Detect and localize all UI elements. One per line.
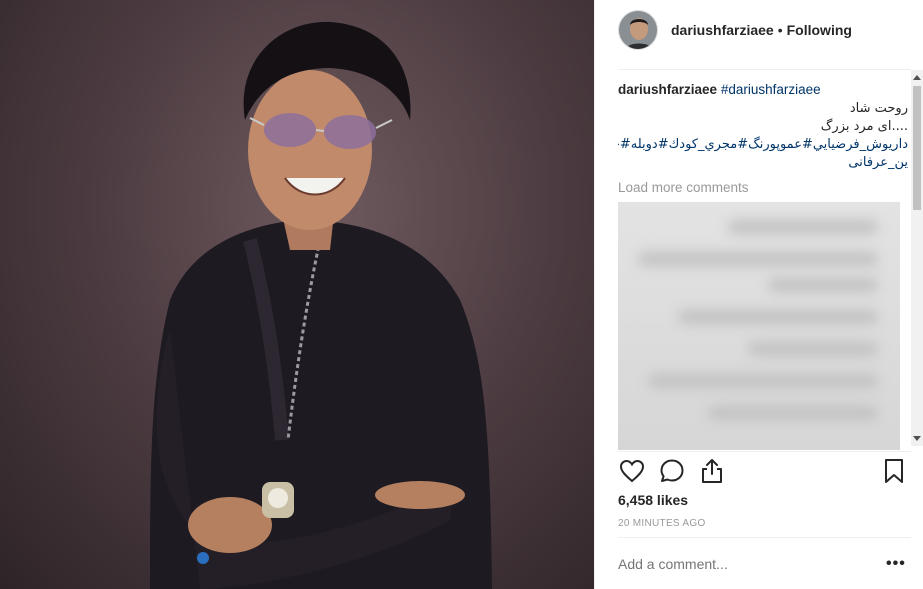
share-icon[interactable] bbox=[698, 457, 726, 485]
divider bbox=[618, 451, 911, 452]
comment-bubble-icon[interactable] bbox=[658, 457, 686, 485]
divider bbox=[618, 69, 911, 70]
caption-text-line: روحت شاد bbox=[849, 101, 908, 116]
caption-text-line: ....ای مرد بزرگ bbox=[820, 119, 908, 134]
heart-icon[interactable] bbox=[618, 457, 646, 485]
following-button[interactable]: Following bbox=[787, 22, 852, 38]
add-comment-input[interactable] bbox=[618, 556, 868, 572]
more-options-icon[interactable]: ••• bbox=[886, 556, 906, 572]
caption-hashtags[interactable]: داريوش_فرضيايي#عموپورنگ#مجري_كودك#دوبله#… bbox=[618, 136, 914, 154]
divider bbox=[618, 537, 911, 538]
bookmark-icon[interactable] bbox=[880, 457, 908, 485]
post-details-panel: dariushfarziaee • Following dariushfarziae… bbox=[594, 0, 923, 589]
caption: dariushfarziaee #dariushfarziaee bbox=[618, 80, 914, 100]
separator-dot: • bbox=[777, 22, 783, 38]
caption-hashtag[interactable]: #dariushfarziaee bbox=[721, 82, 821, 97]
comments-section: dariushfarziaee #dariushfarziaee روحت شا… bbox=[618, 80, 914, 450]
caption-username[interactable]: dariushfarziaee bbox=[618, 82, 717, 97]
comments-scrollbar[interactable] bbox=[911, 70, 923, 446]
load-more-comments-button[interactable]: Load more comments bbox=[618, 178, 914, 198]
scroll-up-arrow-icon[interactable] bbox=[913, 75, 921, 80]
scroll-down-arrow-icon[interactable] bbox=[913, 436, 921, 441]
caption-hashtags[interactable]: ين_عرفانی bbox=[618, 154, 914, 172]
blurred-comments bbox=[618, 202, 900, 450]
portrait-image bbox=[150, 21, 492, 589]
username-link[interactable]: dariushfarziaee bbox=[671, 22, 774, 38]
avatar[interactable] bbox=[618, 10, 658, 50]
likes-count[interactable]: 6,458 likes bbox=[618, 492, 688, 508]
scroll-thumb[interactable] bbox=[913, 86, 921, 210]
post-actions bbox=[618, 457, 910, 487]
post-photo[interactable] bbox=[0, 0, 594, 589]
post-timestamp[interactable]: 20 MINUTES AGO bbox=[618, 518, 706, 529]
header-line: dariushfarziaee • Following bbox=[671, 22, 852, 38]
post-header: dariushfarziaee • Following bbox=[595, 0, 923, 70]
avatar-image bbox=[619, 11, 657, 49]
